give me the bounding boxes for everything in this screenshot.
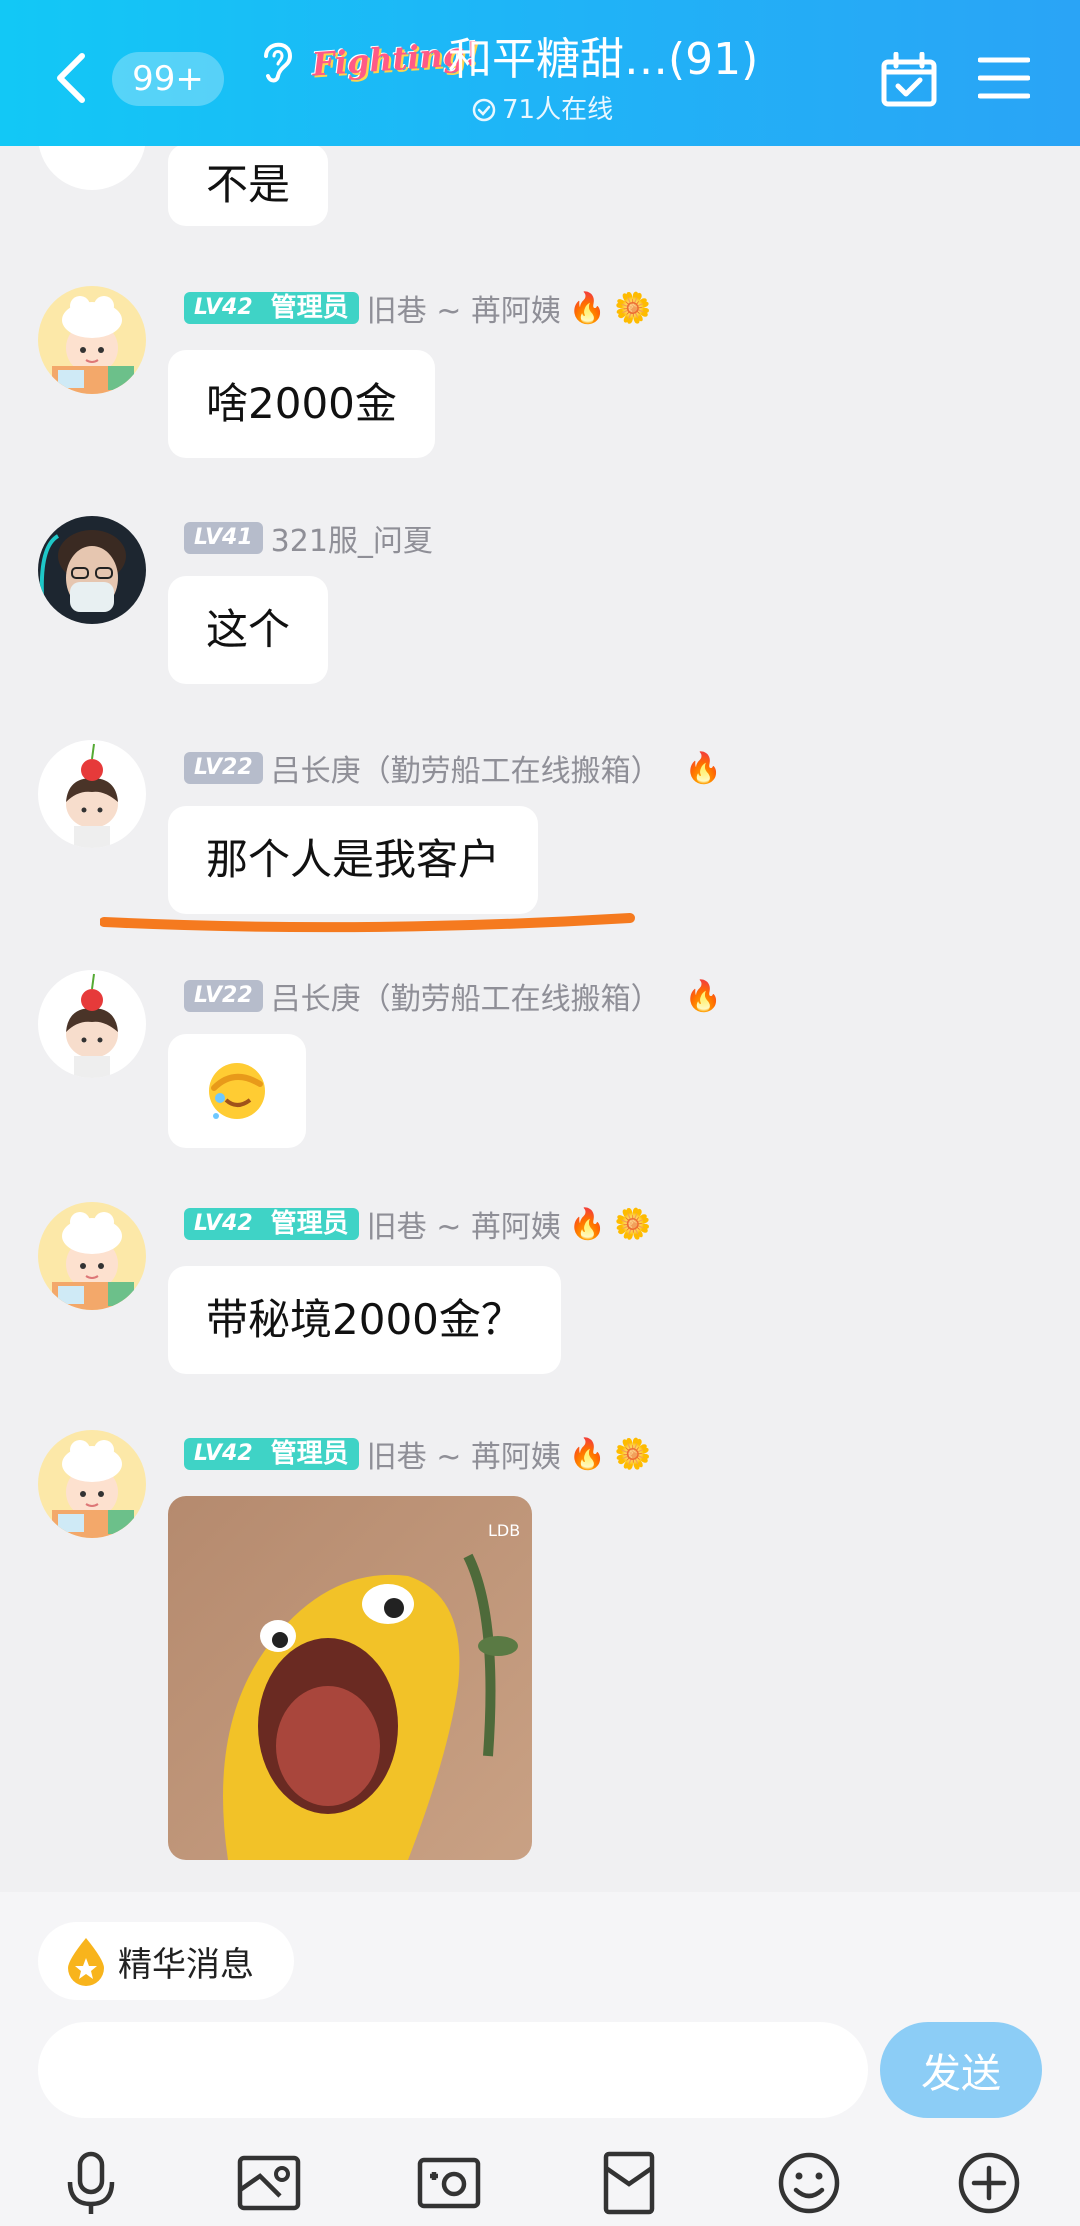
calendar-check-icon[interactable] xyxy=(880,52,938,108)
level-badge: LV42 xyxy=(184,292,261,324)
message-meta: LV42 管理员 旧巷 ~ 苒阿姨 🔥 🌼 xyxy=(184,286,652,330)
svg-text:LDB: LDB xyxy=(488,1521,520,1540)
message-bubble[interactable]: 不是 xyxy=(168,146,329,226)
admin-badge: 管理员 xyxy=(260,292,359,324)
admin-badge: 管理员 xyxy=(260,1438,359,1470)
sender-name[interactable]: 旧巷 ~ 苒阿姨 xyxy=(367,1202,561,1246)
sender-name[interactable]: 吕长庚（勤劳船工在线搬箱） xyxy=(271,746,661,790)
red-packet-icon[interactable] xyxy=(596,2150,662,2216)
unread-count-badge[interactable]: 99+ xyxy=(112,52,224,106)
sender-name[interactable]: 吕长庚（勤劳船工在线搬箱） xyxy=(271,974,661,1018)
back-arrow-icon[interactable] xyxy=(48,48,98,108)
admin-badge: 管理员 xyxy=(260,1208,359,1240)
message-list[interactable]: 不是 LV42 管理员 旧巷 ~ 苒阿姨 🔥 🌼 啥2000金 LV41 321… xyxy=(0,146,1080,1892)
flower-icon: 🌼 xyxy=(614,290,652,326)
level-badge: LV22 xyxy=(184,752,263,784)
screaming-yellow-creature-sticker: LDB xyxy=(168,1496,532,1860)
facepalm-cry-emoji-icon xyxy=(209,1063,265,1119)
camera-icon[interactable] xyxy=(416,2150,482,2216)
avatar-cherry-boy[interactable] xyxy=(38,970,146,1078)
avatar-cook-girl[interactable] xyxy=(38,1430,146,1538)
cook-girl-avatar-icon xyxy=(38,1430,146,1538)
compose-area: 精华消息 发送 xyxy=(0,1892,1080,2226)
message-meta: LV22 吕长庚（勤劳船工在线搬箱） 🔥 xyxy=(184,974,722,1018)
cherry-boy-avatar-icon xyxy=(38,740,146,848)
message-bubble[interactable]: 带秘境2000金？ xyxy=(168,1266,561,1374)
avatar[interactable] xyxy=(38,146,146,190)
avatar-cook-girl[interactable] xyxy=(38,286,146,394)
orange-highlight-underline xyxy=(100,913,635,933)
avatar-masked-person[interactable] xyxy=(38,516,146,624)
message-meta: LV22 吕长庚（勤劳船工在线搬箱） 🔥 xyxy=(184,746,722,790)
level-badge: LV42 xyxy=(184,1208,261,1240)
fire-icon: 🔥 xyxy=(568,290,607,326)
level-badge: LV22 xyxy=(184,980,263,1012)
message-bubble[interactable]: 那个人是我客户 xyxy=(168,806,539,914)
cook-girl-avatar-icon xyxy=(38,1202,146,1310)
fire-icon: 🔥 xyxy=(684,978,722,1014)
plus-icon[interactable] xyxy=(956,2150,1022,2216)
sender-name[interactable]: 旧巷 ~ 苒阿姨 xyxy=(367,1432,561,1476)
emoji-bubble[interactable] xyxy=(168,1034,306,1148)
ear-icon xyxy=(264,42,293,83)
fire-icon: 🔥 xyxy=(568,1436,607,1472)
essence-messages-button[interactable]: 精华消息 xyxy=(38,1922,294,2000)
group-title[interactable]: 和平糖甜…(91) xyxy=(448,30,758,90)
message-meta: LV42 管理员 旧巷 ~ 苒阿姨 🔥 🌼 xyxy=(184,1432,652,1476)
avatar-cherry-boy[interactable] xyxy=(38,740,146,848)
level-badge: LV41 xyxy=(184,522,263,554)
message-bubble[interactable]: 这个 xyxy=(168,576,329,684)
image-icon[interactable] xyxy=(236,2150,302,2216)
sticker-image[interactable]: LDB xyxy=(168,1496,532,1860)
sender-name[interactable]: 321服_问夏 xyxy=(271,516,433,560)
message-bubble[interactable]: 啥2000金 xyxy=(168,350,435,458)
message-meta: LV41 321服_问夏 xyxy=(184,516,433,560)
message-input[interactable] xyxy=(38,2022,868,2118)
flower-icon: 🌼 xyxy=(614,1206,652,1242)
fire-icon: 🔥 xyxy=(568,1206,607,1242)
menu-icon[interactable] xyxy=(978,56,1030,100)
online-count: 71人在线 xyxy=(502,95,614,125)
fire-icon: 🔥 xyxy=(684,750,722,786)
mic-icon[interactable] xyxy=(58,2150,124,2216)
chat-header: 99+ Fighting! 和平糖甜…(91) 71人在线 xyxy=(0,0,1080,146)
drop-star-icon xyxy=(68,1938,104,1986)
sender-name[interactable]: 旧巷 ~ 苒阿姨 xyxy=(367,286,561,330)
essence-label: 精华消息 xyxy=(118,1944,254,1985)
flower-icon: 🌼 xyxy=(614,1436,652,1472)
send-button[interactable]: 发送 xyxy=(880,2022,1042,2118)
online-status: 71人在线 xyxy=(472,90,613,130)
fighting-logo: Fighting! xyxy=(310,34,481,84)
input-toolbar xyxy=(0,2132,1080,2226)
message-meta: LV42 管理员 旧巷 ~ 苒阿姨 🔥 🌼 xyxy=(184,1202,652,1246)
masked-person-avatar-icon xyxy=(38,516,146,624)
cherry-boy-avatar-icon xyxy=(38,970,146,1078)
level-badge: LV42 xyxy=(184,1438,261,1470)
cook-girl-avatar-icon xyxy=(38,286,146,394)
emoji-icon[interactable] xyxy=(776,2150,842,2216)
check-circle-icon xyxy=(472,98,496,122)
avatar-cook-girl[interactable] xyxy=(38,1202,146,1310)
